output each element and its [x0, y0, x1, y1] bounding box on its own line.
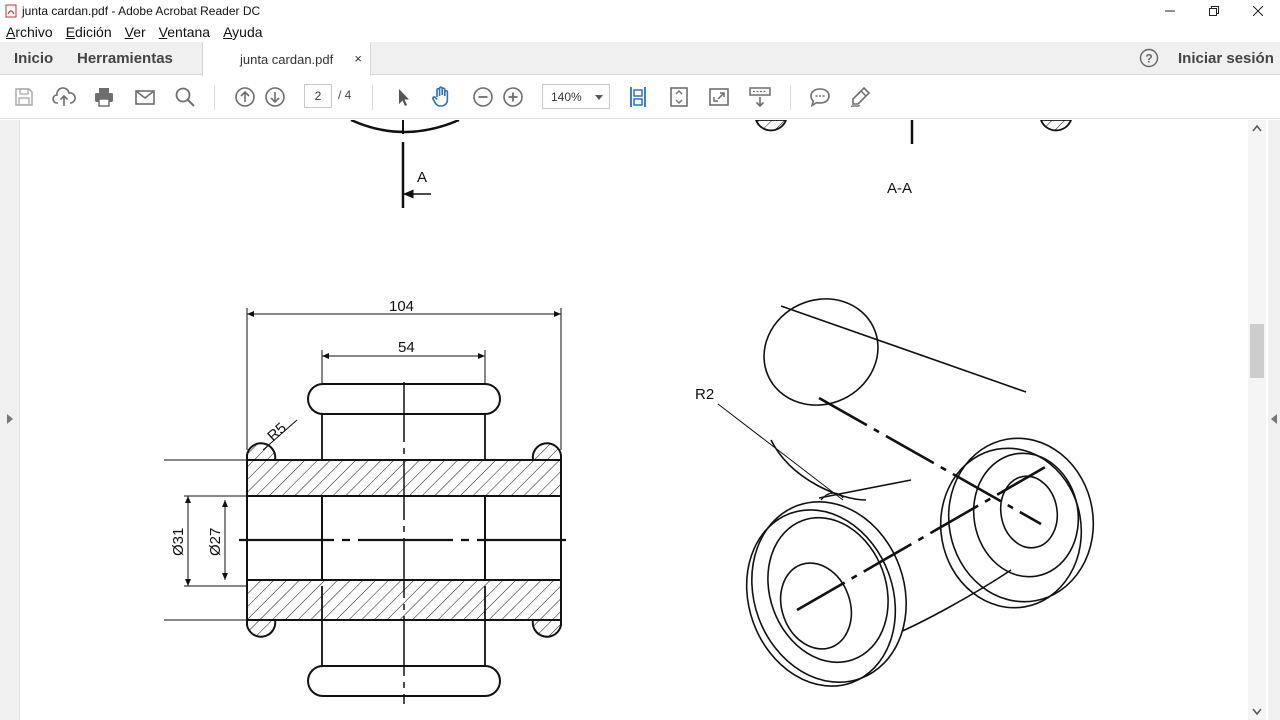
zoom-select[interactable]: 140%: [542, 84, 610, 109]
toolbar-separator: [214, 85, 215, 110]
minimize-button[interactable]: [1148, 0, 1192, 22]
save-icon: [15, 88, 33, 106]
vertical-scrollbar[interactable]: [1248, 120, 1266, 720]
fit-page-icon: [670, 87, 688, 107]
zoom-out-icon: [473, 87, 493, 107]
hand-icon: [432, 86, 449, 107]
scroll-mode-button[interactable]: [748, 85, 772, 109]
page-total: / 4: [338, 88, 352, 102]
svg-text:?: ?: [1145, 52, 1152, 66]
window-title: junta cardan.pdf - Adobe Acrobat Reader …: [22, 4, 261, 18]
tab-bar: Inicio Herramientas junta cardan.pdf × ?…: [0, 42, 1280, 76]
tab-document[interactable]: junta cardan.pdf ×: [202, 42, 371, 76]
tab-herramientas[interactable]: Herramientas: [77, 42, 173, 74]
document-tab-label: junta cardan.pdf: [240, 51, 334, 67]
diameter-outer-label: Ø31: [170, 528, 187, 556]
minimize-icon: [1165, 10, 1175, 12]
sign-in-link[interactable]: Iniciar sesión: [1178, 42, 1274, 74]
previous-page-button[interactable]: [233, 85, 257, 109]
section-view: [164, 308, 566, 704]
scroll-down-icon[interactable]: [1252, 708, 1262, 716]
help-icon[interactable]: ?: [1139, 48, 1159, 68]
email-icon: [135, 90, 155, 105]
acrobat-pdf-icon: [5, 4, 17, 18]
save-button[interactable]: [12, 85, 36, 109]
right-panel-toggle[interactable]: [1268, 120, 1280, 720]
section-marker: A: [417, 169, 427, 186]
email-button[interactable]: [133, 85, 157, 109]
print-icon: [95, 88, 113, 107]
zoom-in-icon: [503, 87, 523, 107]
search-button[interactable]: [173, 85, 197, 109]
page-number-input[interactable]: 2: [304, 84, 332, 108]
upload-button[interactable]: [52, 85, 76, 109]
comment-button[interactable]: [808, 85, 832, 109]
menu-edicion[interactable]: Edición: [66, 24, 112, 40]
zoom-value: 140%: [551, 89, 582, 104]
section-title: A-A: [887, 180, 912, 197]
radius-iso-label: R2: [695, 386, 714, 403]
menu-bar: Archivo Edición Ver Ventana Ayuda: [0, 22, 1280, 42]
left-panel-toggle[interactable]: [0, 120, 20, 720]
toolbar: 2 / 4 140%: [0, 76, 1280, 119]
menu-ventana[interactable]: Ventana: [159, 24, 210, 40]
fullscreen-button[interactable]: [707, 85, 731, 109]
menu-archivo[interactable]: Archivo: [6, 24, 53, 40]
dimension-overall: 104: [389, 298, 414, 315]
toolbar-separator: [790, 85, 791, 110]
close-icon: [1253, 6, 1263, 16]
print-button[interactable]: [92, 85, 116, 109]
isometric-view: [717, 298, 1095, 687]
fit-width-icon: [630, 87, 646, 107]
tab-inicio[interactable]: Inicio: [14, 42, 53, 74]
fit-page-button[interactable]: [667, 85, 691, 109]
diameter-inner-label: Ø27: [207, 528, 224, 556]
technical-drawing: A A-A 104 54 R5 Ø31 Ø27 R2: [164, 120, 1095, 704]
restore-button[interactable]: [1192, 0, 1236, 22]
next-page-button[interactable]: [263, 85, 287, 109]
toolbar-separator: [372, 85, 373, 110]
scrollbar-thumb[interactable]: [1250, 324, 1264, 378]
sign-button[interactable]: [848, 85, 872, 109]
close-window-button[interactable]: [1236, 0, 1280, 22]
dimension-center: 54: [398, 339, 415, 356]
scroll-up-icon[interactable]: [1252, 124, 1262, 132]
menu-ayuda[interactable]: Ayuda: [223, 24, 262, 40]
fullscreen-icon: [709, 88, 729, 106]
radius-fillet-label: R5: [264, 420, 290, 445]
zoom-in-button[interactable]: [501, 85, 525, 109]
chevron-right-icon: [7, 414, 13, 424]
chevron-left-icon: [1271, 414, 1277, 424]
select-tool-button[interactable]: [391, 85, 415, 109]
document-page[interactable]: A A-A 104 54 R5 Ø31 Ø27 R2: [21, 120, 1248, 720]
menu-ver[interactable]: Ver: [125, 24, 146, 40]
upload-icon: [52, 87, 76, 106]
title-bar: junta cardan.pdf - Adobe Acrobat Reader …: [0, 0, 1280, 22]
hand-tool-button[interactable]: [430, 85, 454, 109]
fit-width-button[interactable]: [626, 85, 650, 109]
scroll-mode-icon: [749, 87, 771, 108]
comment-icon: [810, 88, 830, 108]
previous-view-remnant: A A-A: [350, 120, 1072, 208]
page-down-icon: [265, 87, 285, 107]
chevron-down-icon: [595, 95, 603, 100]
page-up-icon: [235, 87, 255, 107]
zoom-out-button[interactable]: [471, 85, 495, 109]
search-icon: [175, 87, 195, 107]
select-icon: [399, 89, 409, 106]
sign-icon: [850, 86, 871, 108]
restore-icon: [1209, 6, 1219, 16]
close-tab-button[interactable]: ×: [354, 51, 362, 66]
